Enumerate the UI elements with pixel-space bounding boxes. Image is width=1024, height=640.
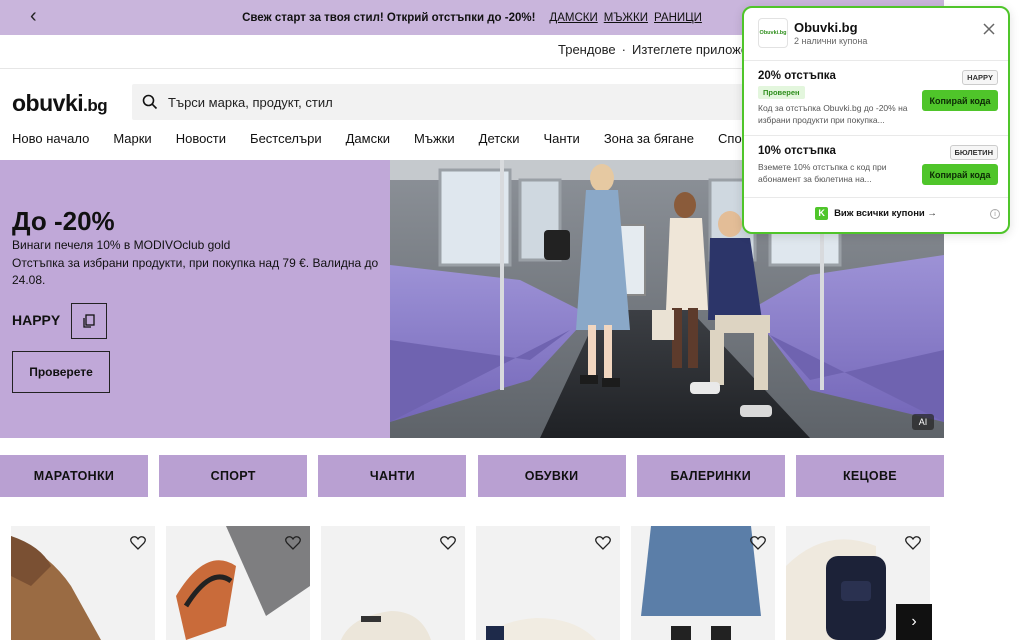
popup-header: Obuvki.bg Obuvki.bg 2 налични купона xyxy=(758,18,998,60)
category-ballerinas[interactable]: БАЛЕРИНКИ xyxy=(636,455,785,497)
chevron-right-icon: › xyxy=(911,613,917,630)
heart-icon[interactable] xyxy=(130,536,146,550)
copy-coupon-button[interactable]: Копирай кода xyxy=(922,164,998,185)
heart-icon[interactable] xyxy=(905,536,921,550)
search-bar[interactable] xyxy=(132,84,752,120)
heart-icon[interactable] xyxy=(750,536,766,550)
coupon-code-tag: HAPPY xyxy=(962,70,998,85)
nav-item-new-start[interactable]: Ново начало xyxy=(12,131,89,146)
secondary-links: Трендове · Изтеглете приложен xyxy=(558,42,755,57)
category-bags[interactable]: ЧАНТИ xyxy=(318,455,467,497)
product-card[interactable] xyxy=(166,526,310,640)
carousel-next-button[interactable]: › xyxy=(896,604,932,640)
heart-icon[interactable] xyxy=(285,536,301,550)
coupon-code-tag: БЮЛЕТИН xyxy=(949,145,998,160)
coupon-description: Код за отстъпка Obuvki.bg до -20% на изб… xyxy=(758,103,908,125)
promo-link-backpacks[interactable]: РАНИЦИ xyxy=(654,12,702,24)
hero-line-1: Винаги печеля 10% в MODIVOclub gold xyxy=(12,238,231,252)
site-logo[interactable]: obuvki.bg xyxy=(12,90,108,117)
k-brand-icon: K xyxy=(815,207,829,220)
search-icon xyxy=(142,94,158,110)
category-sneakers-canvas[interactable]: КЕЦОВЕ xyxy=(795,455,944,497)
nav-item-men[interactable]: Мъжки xyxy=(414,131,455,146)
hero-title: До -20% xyxy=(12,206,115,236)
product-carousel xyxy=(11,526,941,640)
coupon-count: 2 налични купона xyxy=(794,36,868,46)
category-tiles: МАРАТОНКИ СПОРТ ЧАНТИ ОБУВКИ БАЛЕРИНКИ К… xyxy=(0,455,944,497)
logo-main: obuvki xyxy=(12,90,84,116)
copy-code-button[interactable] xyxy=(71,303,107,339)
close-icon[interactable] xyxy=(982,22,996,36)
category-sport[interactable]: СПОРТ xyxy=(159,455,308,497)
popup-divider xyxy=(744,135,1008,136)
heart-icon[interactable] xyxy=(595,536,611,550)
hero-coupon-code: HAPPY xyxy=(12,312,61,328)
hero-line-2: Отстъпка за избрани продукти, при покупк… xyxy=(12,256,379,287)
category-sneakers[interactable]: МАРАТОНКИ xyxy=(0,455,148,497)
popup-divider xyxy=(744,60,1008,61)
ai-badge: AI xyxy=(912,414,934,430)
product-card[interactable] xyxy=(11,526,155,640)
coupon-popup: Obuvki.bg Obuvki.bg 2 налични купона 20%… xyxy=(742,6,1010,234)
nav-item-news[interactable]: Новости xyxy=(176,131,226,146)
nav-item-bestsellers[interactable]: Бестселъри xyxy=(250,131,322,146)
app-download-link[interactable]: Изтеглете приложен xyxy=(632,42,755,57)
main-nav: Ново начало Марки Новости Бестселъри Дам… xyxy=(12,131,779,146)
logo-tld: .bg xyxy=(83,96,108,115)
view-all-coupons-link[interactable]: K Виж всички купони → xyxy=(744,207,1008,220)
nav-item-brands[interactable]: Марки xyxy=(113,131,151,146)
coupon-item: 10% отстъпка БЮЛЕТИН Вземете 10% отстъпк… xyxy=(758,145,998,185)
nav-item-bags[interactable]: Чанти xyxy=(544,131,580,146)
promo-link-men[interactable]: МЪЖКИ xyxy=(604,12,648,24)
nav-item-kids[interactable]: Детски xyxy=(479,131,520,146)
separator-dot: · xyxy=(621,42,626,57)
category-shoes[interactable]: ОБУВКИ xyxy=(477,455,626,497)
copy-coupon-button[interactable]: Копирай кода xyxy=(922,90,998,111)
info-icon[interactable]: i xyxy=(990,209,1000,219)
coupon-item: 20% отстъпка HAPPY Проверен Код за отстъ… xyxy=(758,70,998,126)
view-all-label: Виж всички купони → xyxy=(834,208,937,220)
store-name: Obuvki.bg xyxy=(794,20,858,35)
store-logo: Obuvki.bg xyxy=(758,18,788,48)
back-arrow-icon[interactable]: ‹ xyxy=(30,6,37,26)
product-card[interactable] xyxy=(321,526,465,640)
coupon-description: Вземете 10% отстъпка с код при абонамент… xyxy=(758,162,887,184)
promo-link-women[interactable]: ДАМСКИ xyxy=(549,12,597,24)
hero-promo-panel: До -20% Винаги печеля 10% в MODIVOclub g… xyxy=(0,160,390,438)
search-input[interactable] xyxy=(168,94,668,110)
trends-link[interactable]: Трендове xyxy=(558,42,616,57)
copy-icon xyxy=(83,314,95,328)
check-offer-button[interactable]: Проверете xyxy=(12,351,110,393)
nav-item-women[interactable]: Дамски xyxy=(346,131,390,146)
product-card[interactable] xyxy=(476,526,620,640)
nav-item-running[interactable]: Зона за бягане xyxy=(604,131,694,146)
popup-divider xyxy=(744,197,1008,198)
verified-badge: Проверен xyxy=(758,86,805,99)
promo-text: Свеж старт за твоя стил! Открий отстъпки… xyxy=(242,11,536,24)
heart-icon[interactable] xyxy=(440,536,456,550)
product-card[interactable] xyxy=(631,526,775,640)
